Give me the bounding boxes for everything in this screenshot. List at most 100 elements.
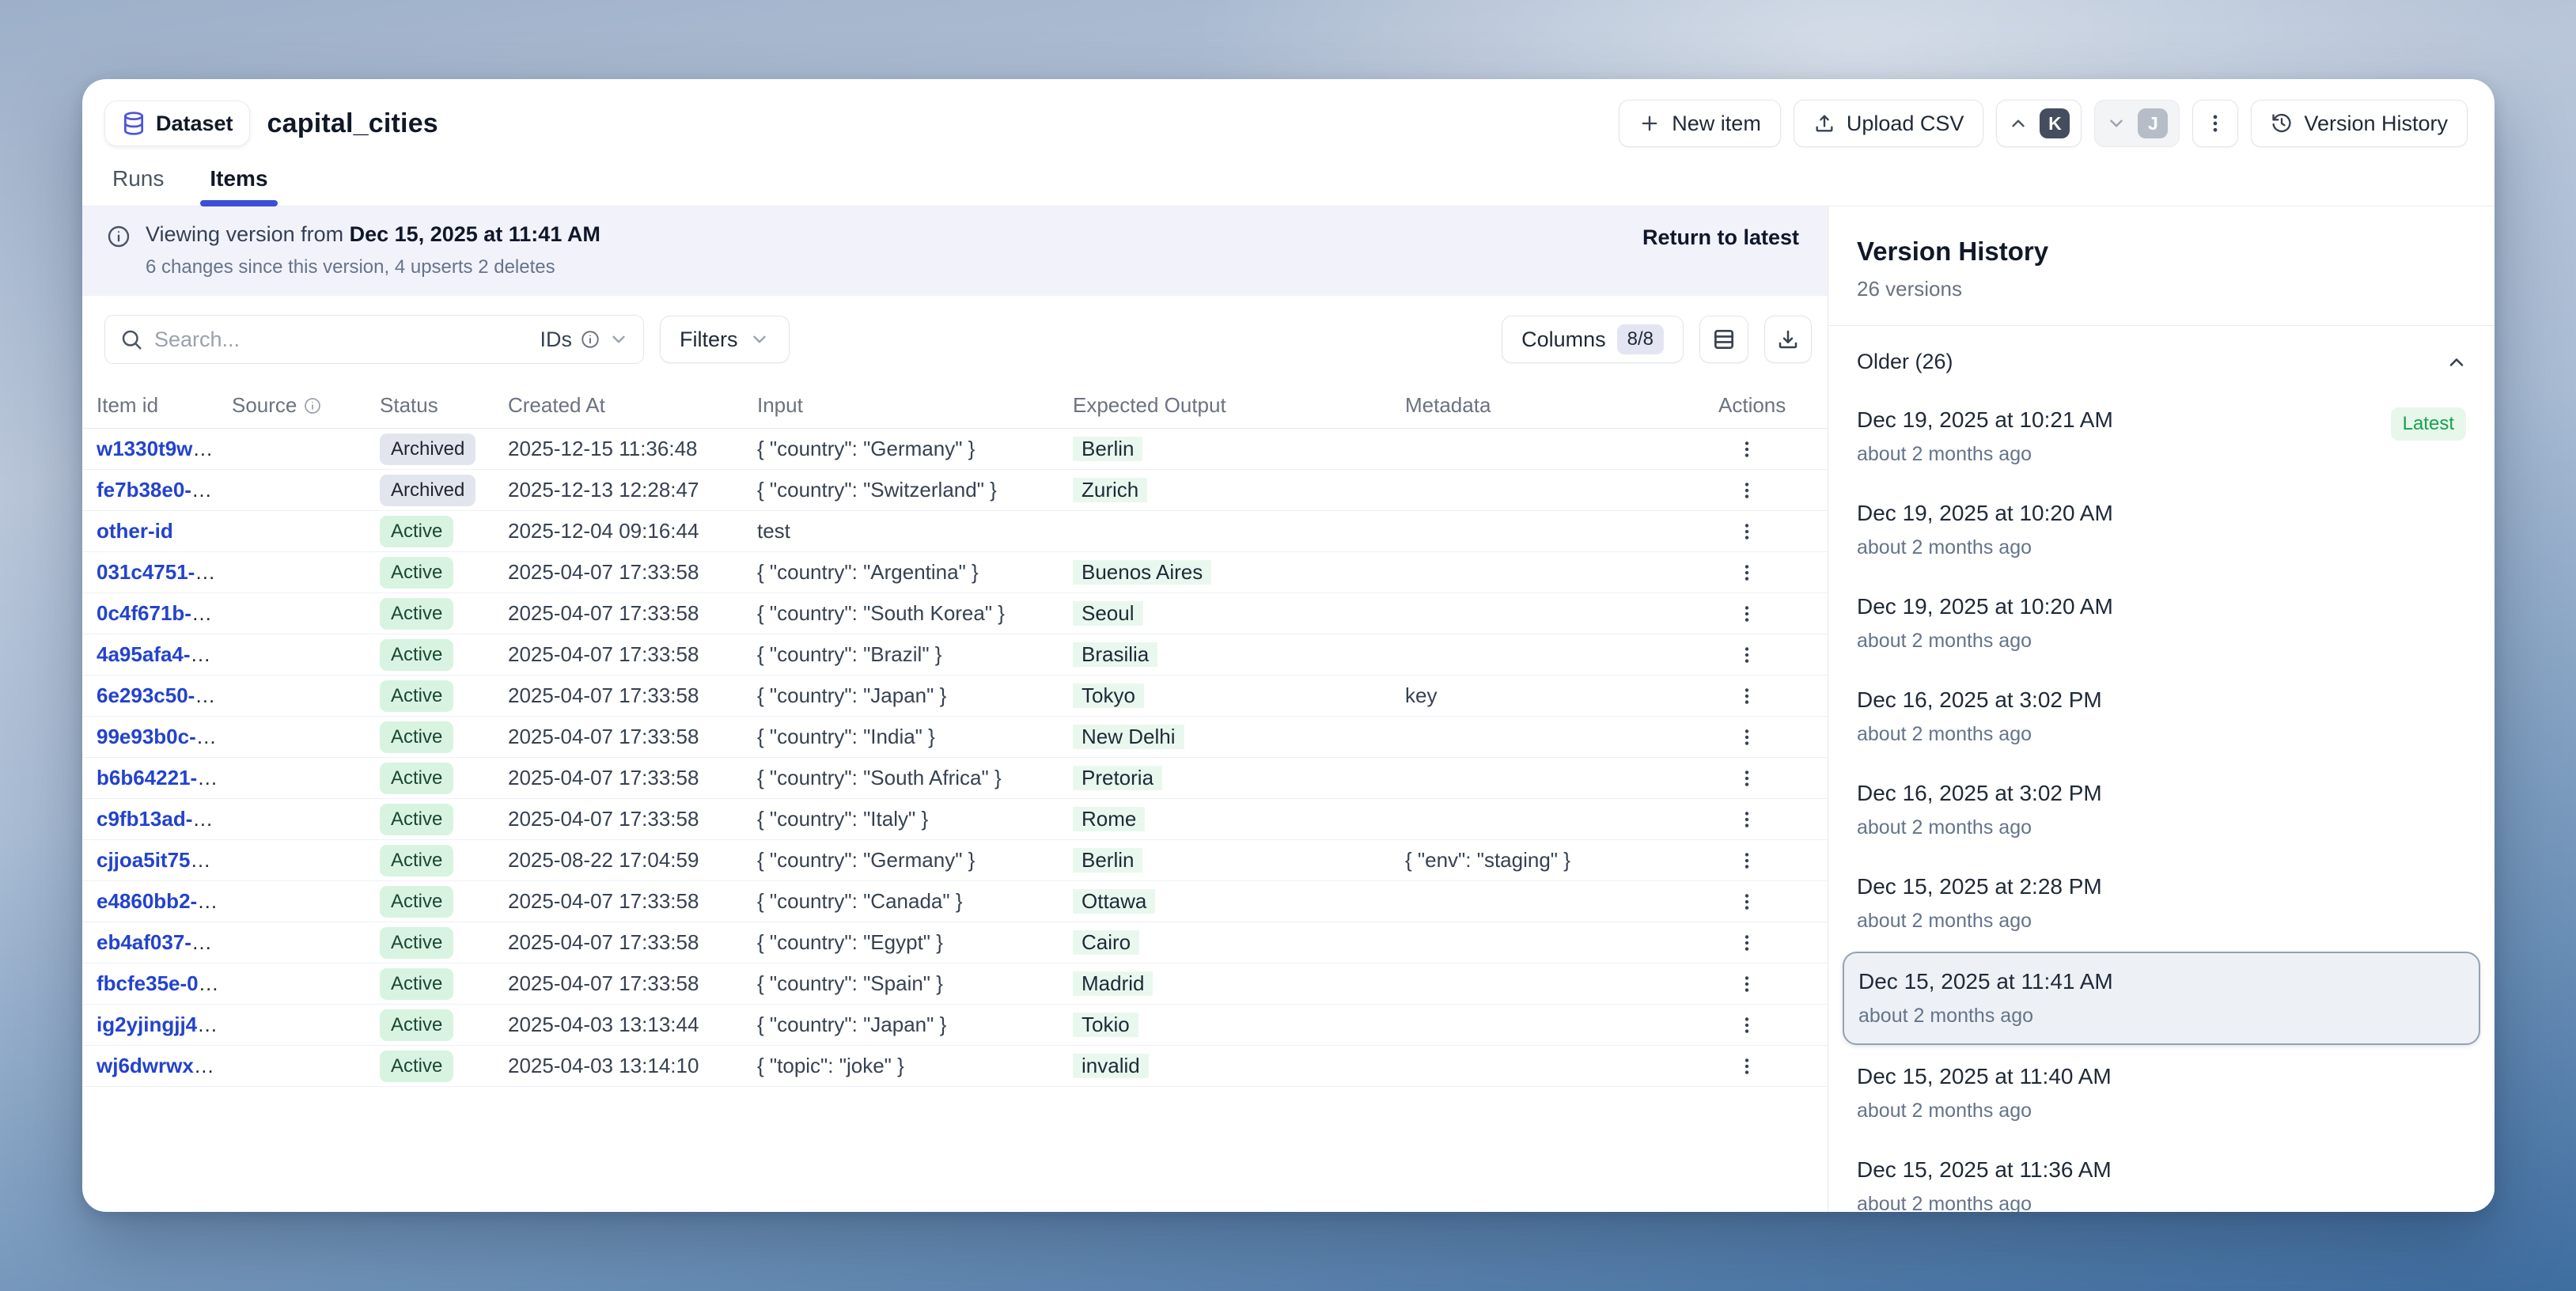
item-id-link[interactable]: 6e293c50-6b...: [97, 683, 232, 707]
table-row: 4a95afa4-3b... Active 2025-04-07 17:33:5…: [82, 634, 1828, 676]
tab-items[interactable]: Items: [206, 166, 271, 206]
created-at-cell: 2025-04-07 17:33:58: [508, 930, 757, 955]
return-to-latest-link[interactable]: Return to latest: [1642, 225, 1799, 250]
item-id-link[interactable]: fe7b38e0-ca4...: [97, 478, 232, 502]
tab-runs[interactable]: Runs: [109, 166, 167, 206]
version-history-button[interactable]: Version History: [2251, 100, 2468, 147]
search-box[interactable]: IDs: [104, 315, 644, 364]
row-actions-button[interactable]: [1729, 720, 1764, 755]
older-versions-section-header[interactable]: Older (26): [1828, 326, 2495, 384]
row-actions-button[interactable]: [1729, 926, 1764, 960]
version-item[interactable]: Dec 16, 2025 at 3:02 PM about 2 months a…: [1828, 763, 2495, 857]
item-id-link[interactable]: w1330t9ww1a...: [97, 437, 232, 460]
filters-button[interactable]: Filters: [660, 316, 790, 363]
row-actions-button[interactable]: [1729, 843, 1764, 878]
kebab-icon: [1737, 645, 1757, 665]
upload-csv-button[interactable]: Upload CSV: [1794, 100, 1984, 147]
version-item[interactable]: Dec 19, 2025 at 10:20 AM about 2 months …: [1828, 483, 2495, 577]
input-cell: test: [757, 519, 1073, 543]
input-cell: { "country": "Japan" }: [757, 683, 1073, 708]
item-id-link[interactable]: wj6dwrwxu6j...: [97, 1054, 232, 1077]
expected-output-cell: Zurich: [1073, 478, 1147, 502]
input-cell: { "country": "India" }: [757, 725, 1073, 749]
item-id-link[interactable]: 99e93b0c-88...: [97, 725, 232, 748]
row-actions-button[interactable]: [1729, 596, 1764, 631]
row-density-button[interactable]: [1699, 316, 1748, 363]
item-id-link[interactable]: b6b64221-f9...: [97, 766, 232, 789]
version-item[interactable]: Dec 19, 2025 at 10:21 AM about 2 months …: [1828, 390, 2495, 483]
new-item-button[interactable]: New item: [1619, 100, 1781, 147]
col-header-item-id[interactable]: Item id: [97, 393, 232, 418]
expected-output-cell: Seoul: [1073, 601, 1143, 626]
viewing-version-banner: Viewing version from Dec 15, 2025 at 11:…: [82, 206, 1828, 296]
search-input[interactable]: [154, 327, 529, 352]
expand-user-j-button[interactable]: J: [2094, 100, 2180, 147]
item-id-link[interactable]: 0c4f671b-ac5...: [97, 601, 232, 625]
col-header-actions: Actions: [1718, 393, 1815, 418]
row-actions-button[interactable]: [1729, 1008, 1764, 1043]
row-actions-button[interactable]: [1729, 679, 1764, 714]
status-badge: Active: [380, 598, 453, 630]
expected-output-cell: Pretoria: [1073, 766, 1162, 790]
kebab-icon: [1737, 850, 1757, 871]
kebab-icon: [1737, 521, 1757, 542]
version-item[interactable]: Dec 16, 2025 at 3:02 PM about 2 months a…: [1828, 670, 2495, 763]
item-id-link[interactable]: 4a95afa4-3b...: [97, 642, 232, 666]
item-id-link[interactable]: fbcfe35e-0c8...: [97, 971, 232, 995]
item-id-link[interactable]: e4860bb2-e4...: [97, 889, 232, 913]
col-header-expected-output[interactable]: Expected Output: [1073, 393, 1405, 418]
dataset-type-badge: Dataset: [104, 100, 250, 146]
item-id-link[interactable]: cjjoa5it75n3jr...: [97, 848, 232, 872]
search-field-selector[interactable]: IDs: [540, 327, 630, 352]
item-id-link[interactable]: 031c4751-13...: [97, 560, 232, 584]
status-badge: Active: [380, 1009, 453, 1041]
download-button[interactable]: [1764, 316, 1812, 363]
status-badge: Active: [380, 516, 453, 547]
item-id-link[interactable]: eb4af037-791...: [97, 930, 232, 954]
kebab-icon: [1737, 480, 1757, 501]
version-item[interactable]: Dec 19, 2025 at 10:20 AM about 2 months …: [1828, 577, 2495, 670]
version-item[interactable]: Dec 15, 2025 at 11:40 AM about 2 months …: [1828, 1047, 2495, 1140]
row-actions-button[interactable]: [1729, 967, 1764, 1001]
status-badge: Active: [380, 680, 453, 712]
col-header-input[interactable]: Input: [757, 393, 1073, 418]
row-actions-button[interactable]: [1729, 884, 1764, 919]
row-actions-button[interactable]: [1729, 802, 1764, 837]
col-header-status[interactable]: Status: [380, 393, 508, 418]
version-item[interactable]: Dec 15, 2025 at 11:36 AM about 2 months …: [1828, 1140, 2495, 1212]
row-actions-button[interactable]: [1729, 432, 1764, 467]
row-actions-button[interactable]: [1729, 555, 1764, 590]
created-at-cell: 2025-04-07 17:33:58: [508, 766, 757, 790]
kebab-icon: [1737, 933, 1757, 953]
status-badge: Archived: [380, 475, 475, 506]
input-cell: { "country": "Argentina" }: [757, 560, 1073, 585]
table-row: wj6dwrwxu6j... Active 2025-04-03 13:14:1…: [82, 1046, 1828, 1087]
expected-output-cell: Brasilia: [1073, 642, 1157, 667]
more-options-button[interactable]: [2192, 100, 2238, 147]
expected-output-cell: Buenos Aires: [1073, 560, 1211, 585]
chevron-up-icon: [2008, 113, 2029, 134]
col-header-created-at[interactable]: Created At: [508, 393, 757, 418]
columns-button[interactable]: Columns 8/8: [1502, 316, 1684, 363]
col-header-metadata[interactable]: Metadata: [1405, 393, 1718, 418]
col-header-source[interactable]: Source: [232, 393, 380, 418]
dataset-badge-label: Dataset: [156, 112, 233, 136]
item-id-link[interactable]: other-id: [97, 519, 173, 543]
version-item[interactable]: Dec 15, 2025 at 11:41 AM about 2 months …: [1843, 952, 2480, 1045]
input-cell: { "country": "Italy" }: [757, 807, 1073, 831]
banner-prefix: Viewing version from: [146, 222, 343, 246]
collapse-user-k-button[interactable]: K: [1996, 100, 2082, 147]
row-actions-button[interactable]: [1729, 473, 1764, 508]
row-actions-button[interactable]: [1729, 1049, 1764, 1084]
tab-bar: Runs Items: [82, 147, 2495, 206]
kebab-icon: [1737, 604, 1757, 624]
version-history-panel: Version History 26 versions Older (26) D…: [1828, 206, 2495, 1212]
row-actions-button[interactable]: [1729, 761, 1764, 796]
row-actions-button[interactable]: [1729, 638, 1764, 672]
status-badge: Active: [380, 886, 453, 918]
latest-badge: Latest: [2391, 407, 2466, 441]
version-item[interactable]: Dec 15, 2025 at 2:28 PM about 2 months a…: [1828, 857, 2495, 950]
row-actions-button[interactable]: [1729, 514, 1764, 549]
item-id-link[interactable]: c9fb13ad-18ff...: [97, 807, 232, 831]
item-id-link[interactable]: ig2yjingjj4hql...: [97, 1013, 232, 1036]
